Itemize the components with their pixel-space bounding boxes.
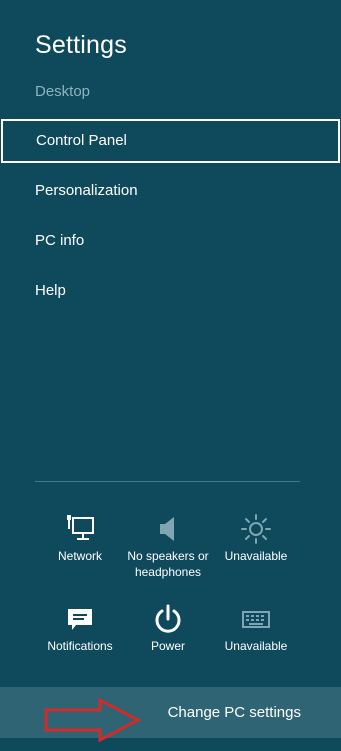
volume-label: No speakers or headphones [127, 549, 209, 579]
notifications-tile[interactable]: Notifications [32, 602, 128, 654]
notifications-label: Notifications [47, 639, 113, 653]
menu-item-personalization[interactable]: Personalization [0, 169, 341, 213]
power-label: Power [150, 639, 185, 653]
brightness-icon [208, 512, 304, 546]
menu-item-control-panel[interactable]: Control Panel [1, 119, 340, 163]
network-tile[interactable]: Network [32, 512, 128, 564]
power-icon [120, 602, 216, 636]
network-icon [32, 512, 128, 546]
change-pc-settings-label: Change PC settings [167, 704, 301, 721]
network-label: Network [57, 549, 102, 563]
power-tile[interactable]: Power [120, 602, 216, 654]
divider [35, 481, 300, 482]
context-label: Desktop [35, 83, 91, 100]
brightness-tile: Unavailable [208, 512, 304, 564]
volume-tile: No speakers or headphones [120, 512, 216, 580]
speaker-icon [120, 512, 216, 546]
menu-item-help[interactable]: Help [0, 269, 341, 313]
page-title: Settings [35, 31, 127, 59]
annotation-arrow-icon [44, 698, 142, 742]
keyboard-label: Unavailable [224, 639, 288, 653]
keyboard-icon [208, 602, 304, 636]
keyboard-tile: Unavailable [208, 602, 304, 654]
brightness-label: Unavailable [224, 549, 288, 563]
menu-item-pc-info[interactable]: PC info [0, 219, 341, 263]
notifications-icon [32, 602, 128, 636]
